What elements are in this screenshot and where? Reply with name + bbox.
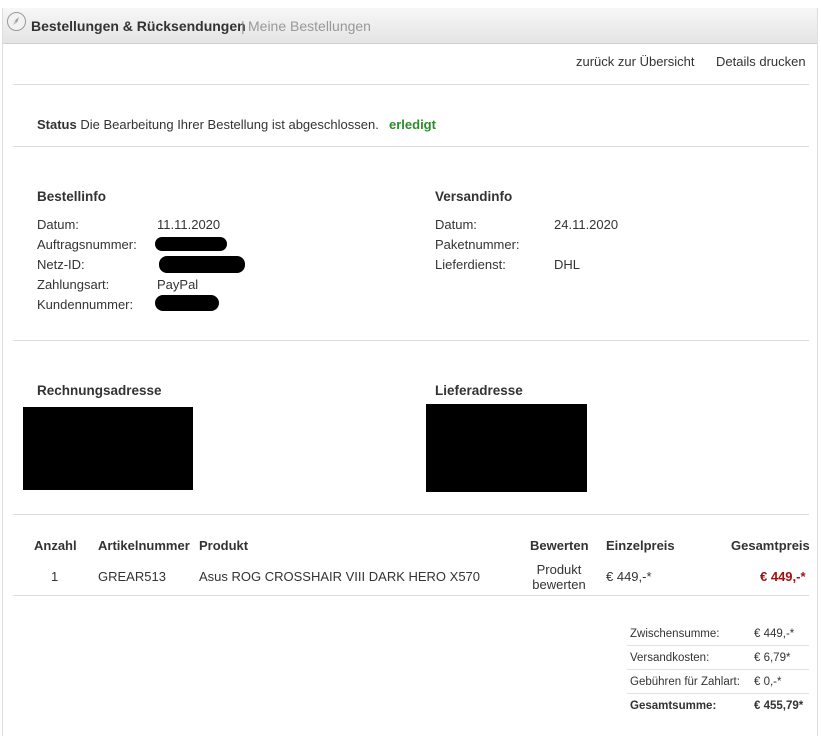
customer-number-label: Kundennummer: [37,297,134,312]
divider [627,669,809,670]
divider [13,146,809,147]
divider [13,595,809,596]
order-details-panel: Bestellungen & Rücksendungen | Meine Bes… [2,8,818,736]
col-header-unit-price: Einzelpreis [606,538,675,553]
order-date-value: 11.11.2020 [157,217,221,232]
col-header-sku: Artikelnummer [98,538,190,553]
item-total-price: € 449,-* [760,569,806,584]
order-number-label: Auftragsnummer: [37,237,137,252]
panel-header: Bestellungen & Rücksendungen | Meine Bes… [3,8,817,44]
subtotal-label: Zwischensumme: [630,628,720,640]
delivery-address-redacted [426,404,587,492]
item-sku: GREAR513 [98,569,166,584]
shipping-date-label: Datum: [435,217,477,232]
shipping-info-title: Versandinfo [435,189,513,204]
subtotal-value: € 449,-* [754,628,795,640]
delivery-address-title: Lieferadresse [435,383,523,398]
compass-icon [7,12,26,31]
col-header-product: Produkt [199,538,249,553]
order-date-label: Datum: [37,217,79,232]
net-id-label: Netz-ID: [37,257,85,272]
item-product[interactable]: Asus ROG CROSSHAIR VIII DARK HERO X570 [199,569,480,584]
item-unit-price: € 449,-* [606,569,652,584]
shipping-cost-label: Versandkosten: [630,652,710,664]
parcel-number-label: Paketnummer: [435,237,520,252]
payment-method-value: PayPal [157,277,199,292]
billing-address-title: Rechnungsadresse [37,383,162,398]
divider [627,693,809,694]
breadcrumb-my-orders[interactable]: Meine Bestellungen [248,18,371,34]
payment-fee-label: Gebühren für Zahlart: [630,676,740,688]
payment-method-label: Zahlungsart: [37,277,110,292]
back-to-overview-link[interactable]: zurück zur Übersicht [576,54,694,69]
grand-total-value: € 455,79* [754,700,804,712]
col-header-qty: Anzahl [34,538,77,553]
grand-total-label: Gesamtsumme: [630,700,717,712]
shipping-cost-value: € 6,79* [754,652,791,664]
billing-address-redacted [23,407,193,490]
divider [13,514,809,515]
divider [627,645,809,646]
divider [13,84,809,85]
payment-fee-value: € 0,-* [754,676,782,688]
status-row: Status Die Bearbeitung Ihrer Bestellung … [37,117,379,132]
carrier-value: DHL [554,257,581,272]
carrier-label: Lieferdienst: [435,257,506,272]
rate-line-2: bewerten [532,577,586,592]
status-badge: erledigt [389,117,436,132]
col-header-total-price: Gesamtpreis [731,538,810,553]
rate-product-link[interactable]: Produkt bewerten [523,562,595,592]
customer-number-redacted [155,295,219,311]
item-qty: 1 [51,569,59,584]
page-title: Bestellungen & Rücksendungen [31,18,246,34]
shipping-date-value: 24.11.2020 [554,217,619,232]
order-number-redacted [155,237,227,251]
net-id-redacted [159,256,245,273]
print-details-link[interactable]: Details drucken [716,54,806,69]
status-message: Die Bearbeitung Ihrer Bestellung ist abg… [80,117,379,132]
divider [13,340,809,341]
status-label: Status [37,117,77,132]
order-info-title: Bestellinfo [37,189,107,204]
col-header-rate: Bewerten [530,538,589,553]
rate-line-1: Produkt [536,562,582,577]
breadcrumb-separator: | [241,18,245,34]
